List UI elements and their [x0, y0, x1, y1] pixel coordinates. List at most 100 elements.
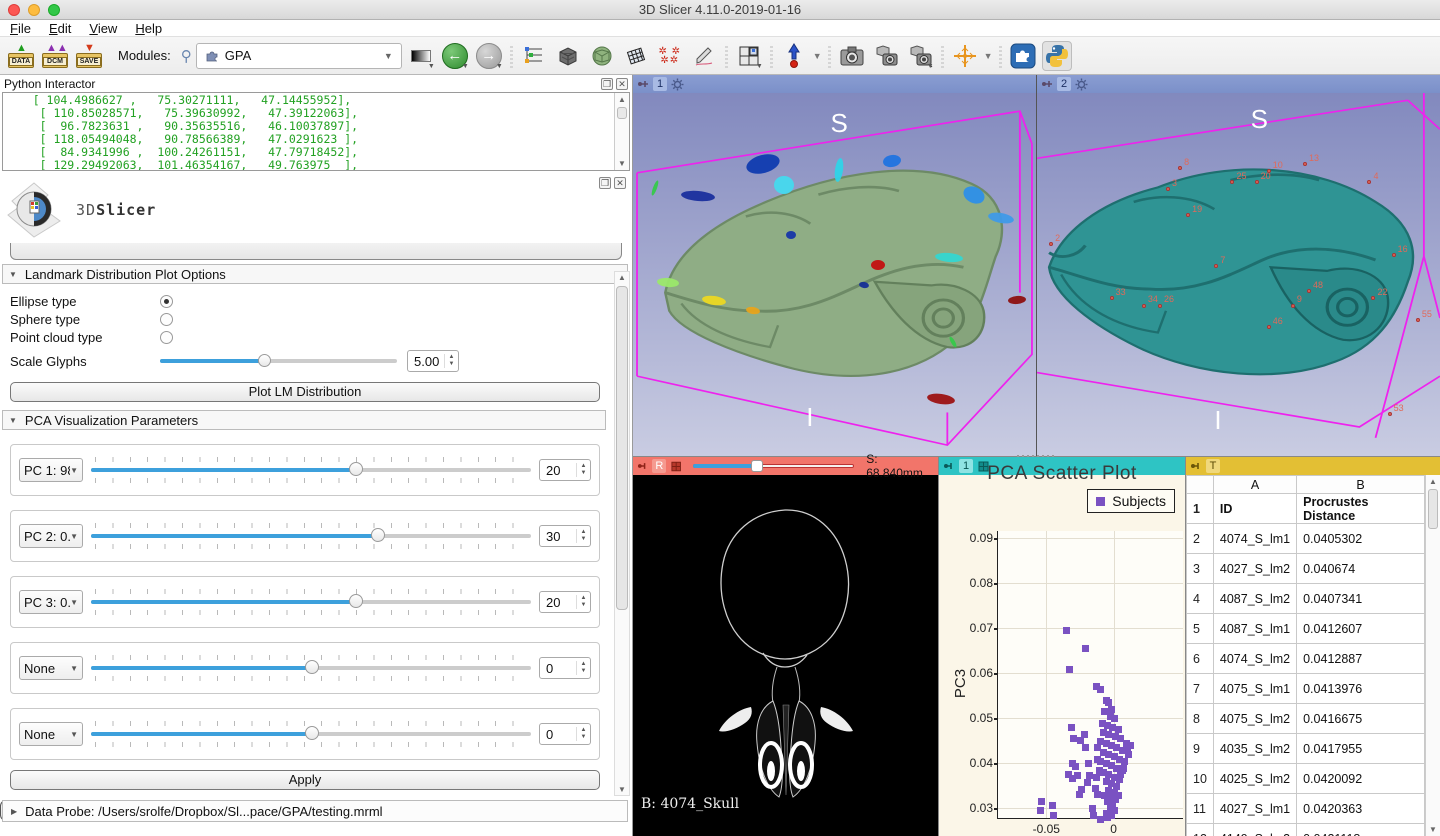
spinbox-arrows-icon[interactable]: ▲▼ [576, 529, 590, 543]
annotations-module-button[interactable] [689, 41, 719, 71]
undo-button[interactable]: ← ▼ [440, 41, 470, 71]
scatter-point[interactable] [1111, 715, 1118, 722]
menu-view[interactable]: View [89, 21, 117, 36]
scatter-point[interactable] [1082, 645, 1089, 652]
red-slice-view[interactable]: R S: 68.840mm [633, 457, 938, 836]
slice-menu-icon[interactable] [670, 460, 682, 473]
plot-area[interactable]: PC3 PC2 0.090.080.070.060.050.040.03-0.0… [997, 531, 1183, 819]
module-panel-scrollbar[interactable]: ▲ ▼ [614, 271, 630, 796]
landmark-point[interactable] [1367, 180, 1371, 184]
pc-slider[interactable] [91, 589, 531, 615]
scatter-point[interactable] [1082, 744, 1089, 751]
models-module-button[interactable] [587, 41, 617, 71]
view3d-1-viewport[interactable]: S I [633, 93, 1036, 456]
table-row[interactable]: 1IDProcrustes Distance [1187, 494, 1425, 524]
table-row[interactable]: 34027_S_lm20.040674 [1187, 554, 1425, 584]
pin-icon[interactable] [637, 460, 648, 472]
table-row[interactable]: 74075_S_lm10.0413976 [1187, 674, 1425, 704]
spinbox-arrows-icon[interactable]: ▲▼ [576, 595, 590, 609]
dicom-button[interactable]: ▲▲ DCM [40, 41, 70, 71]
place-fiducial-button[interactable] [779, 41, 809, 71]
table-row[interactable]: 114027_S_lm10.0420363 [1187, 794, 1425, 824]
scroll-down-icon[interactable]: ▼ [615, 157, 629, 170]
pc-spinbox[interactable]: 0▲▼ [539, 657, 591, 679]
scatter-point[interactable] [1084, 779, 1091, 786]
window-level-button[interactable]: ▼ [406, 41, 436, 71]
scale-glyphs-slider[interactable] [160, 354, 397, 368]
scatter-point[interactable] [1127, 742, 1134, 749]
table-row[interactable]: 104025_S_lm20.0420092 [1187, 764, 1425, 794]
gear-icon[interactable] [1075, 78, 1088, 91]
python-interactor-button[interactable] [1042, 41, 1072, 71]
chevron-down-icon[interactable]: ▼ [984, 51, 993, 61]
scene-view-capture-button[interactable] [871, 41, 901, 71]
table-row[interactable]: 94035_S_lm20.0417955 [1187, 734, 1425, 764]
scatter-point[interactable] [1066, 666, 1073, 673]
scatter-point[interactable] [1063, 627, 1070, 634]
scatter-point[interactable] [1038, 798, 1045, 805]
load-data-button[interactable]: ▲ DATA [6, 41, 36, 71]
view3d-1[interactable]: 1 S I [633, 75, 1037, 456]
pca-visualization-section-header[interactable]: ▼ PCA Visualization Parameters [2, 410, 606, 430]
pin-icon[interactable] [1190, 460, 1202, 472]
spinbox-arrows-icon[interactable]: ▲▼ [444, 354, 458, 368]
landmark-point[interactable] [1186, 213, 1190, 217]
plot-lm-distribution-button[interactable]: Plot LM Distribution [10, 382, 600, 402]
scatter-point[interactable] [1108, 706, 1115, 713]
landmark-point[interactable] [1416, 318, 1420, 322]
gear-icon[interactable] [671, 78, 684, 91]
view3d-2[interactable]: 2 S I [1037, 75, 1440, 456]
landmark-point[interactable] [1230, 180, 1234, 184]
close-panel-icon[interactable]: ✕ [616, 78, 628, 90]
sphere-type-radio[interactable] [160, 313, 173, 326]
landmark-point[interactable] [1388, 412, 1392, 416]
landmark-point[interactable] [1255, 180, 1259, 184]
procrustes-table[interactable]: A B 1IDProcrustes Distance24074_S_lm10.0… [1186, 475, 1425, 836]
pc-spinbox[interactable]: 20▲▼ [539, 591, 591, 613]
console-scrollbar[interactable]: ▲ ▼ [614, 93, 629, 170]
landmark-point[interactable] [1291, 304, 1295, 308]
data-probe-bar[interactable]: ▶ Data Probe: /Users/srolfe/Dropbox/Sl..… [2, 800, 628, 822]
transforms-module-button[interactable] [621, 41, 651, 71]
table-row[interactable]: 24074_S_lm10.0405302 [1187, 524, 1425, 554]
scroll-up-icon[interactable]: ▲ [1426, 477, 1440, 486]
markups-module-button[interactable]: ✲ ✲✲✲ [655, 41, 685, 71]
scatter-point[interactable] [1049, 802, 1056, 809]
save-button[interactable]: ▼ SAVE [74, 41, 104, 71]
column-header-b[interactable]: B [1297, 476, 1425, 494]
view3d-2-header[interactable]: 2 [1037, 75, 1440, 93]
chevron-down-icon[interactable]: ▼ [813, 51, 822, 61]
pc-selector-combo[interactable]: PC 1: 98▼ [19, 458, 83, 482]
scatter-point[interactable] [1078, 786, 1085, 793]
view3d-2-viewport[interactable]: S I [1037, 93, 1440, 456]
menu-edit[interactable]: Edit [49, 21, 71, 36]
pc-selector-combo[interactable]: None▼ [19, 722, 83, 746]
scatter-point[interactable] [1121, 758, 1128, 765]
scroll-up-icon[interactable]: ▲ [615, 93, 629, 106]
pc-selector-combo[interactable]: PC 3: 0.2▼ [19, 590, 83, 614]
landmark-point[interactable] [1214, 264, 1218, 268]
spinbox-arrows-icon[interactable]: ▲▼ [576, 661, 590, 675]
float-panel-icon[interactable]: ❐ [601, 78, 613, 90]
pc-spinbox[interactable]: 20▲▼ [539, 459, 591, 481]
apply-button[interactable]: Apply [10, 770, 600, 790]
table-view-header[interactable]: T [1186, 457, 1440, 475]
scene-view-restore-button[interactable]: ▼ [905, 41, 935, 71]
landmark-point[interactable] [1049, 242, 1053, 246]
module-search-icon[interactable]: ⚲ [181, 47, 192, 65]
landmark-point[interactable] [1303, 162, 1307, 166]
scatter-point[interactable] [1115, 726, 1122, 733]
red-slice-header[interactable]: R S: 68.840mm [633, 457, 938, 475]
table-row[interactable]: 44087_S_lm20.0407341 [1187, 584, 1425, 614]
screenshot-button[interactable] [837, 41, 867, 71]
float-panel-icon[interactable]: ❐ [599, 177, 611, 189]
landmark-point[interactable] [1166, 187, 1170, 191]
landmark-point[interactable] [1392, 253, 1396, 257]
scatter-point[interactable] [1115, 792, 1122, 799]
spinbox-arrows-icon[interactable]: ▲▼ [576, 463, 590, 477]
view3d-1-header[interactable]: 1 [633, 75, 1036, 93]
pin-icon[interactable] [1041, 78, 1053, 90]
scatter-point[interactable] [1097, 686, 1104, 693]
table-scrollbar[interactable]: ▲ ▼ [1425, 475, 1440, 836]
scale-glyphs-spinbox[interactable]: 5.00 ▲▼ [407, 350, 459, 372]
